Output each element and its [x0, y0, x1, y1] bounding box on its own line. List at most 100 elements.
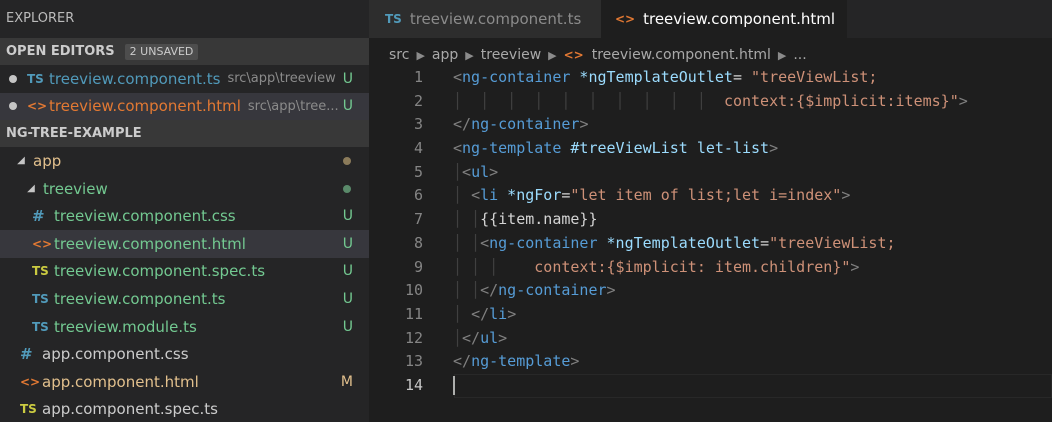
breadcrumb-item[interactable]: ...	[793, 47, 806, 63]
code-line: 13 </ng-template>	[369, 350, 1052, 374]
html-file-icon: <>	[615, 12, 636, 26]
code-line: 4 <ng-template #treeViewList let-list>	[369, 137, 1052, 161]
code-content[interactable]: │ │</ng-container>	[423, 279, 616, 303]
code-line: 9 │ │ │ context:{$implicit: item.children…	[369, 256, 1052, 280]
code-line: 1 <ng-container *ngTemplateOutlet= "treeV…	[369, 66, 1052, 90]
typescript-file-icon: TS	[32, 291, 49, 306]
html-file-icon: <>	[32, 236, 53, 251]
line-number: 12	[404, 328, 423, 347]
line-number: 5	[413, 162, 423, 181]
breadcrumb-item[interactable]: app	[432, 47, 458, 63]
file-name: treeview.component.html	[54, 234, 246, 253]
file-name: treeview.component.ts	[54, 289, 226, 308]
git-status: U	[342, 263, 353, 280]
typescript-spec-file-icon: TS	[32, 264, 49, 279]
tab-treeview-component-ts[interactable]: TS treeview.component.ts	[369, 0, 601, 38]
typescript-file-icon: TS	[385, 12, 402, 26]
chevron-right-icon: ▶	[416, 49, 425, 62]
html-file-icon: <>	[20, 374, 41, 389]
folder-app[interactable]: ◢ app	[0, 147, 369, 175]
breadcrumb-item[interactable]: treeview.component.html	[592, 47, 771, 63]
code-line: 7 │ │{{item.name}}	[369, 208, 1052, 232]
code-editor[interactable]: 1 <ng-container *ngTemplateOutlet= "treeV…	[369, 66, 1052, 422]
open-editor-filename: treeview.component.html	[49, 97, 241, 116]
code-content[interactable]: </ng-template>	[423, 350, 579, 374]
line-number: 14	[404, 375, 423, 394]
open-editor-path: src\app\tree...	[247, 98, 339, 114]
line-number: 3	[413, 115, 423, 134]
code-content[interactable]: │ │ │ │ │ │ │ │ │ │ context:{$implicit:i…	[423, 90, 968, 114]
folder-name: app	[33, 151, 62, 170]
file-item[interactable]: TS treeview.module.ts U	[0, 313, 369, 341]
code-line: 8 │ │<ng-container *ngTemplateOutlet="tre…	[369, 232, 1052, 256]
expanded-chevron-icon: ◢	[17, 155, 25, 167]
line-number: 4	[413, 139, 423, 158]
unsaved-badge: 2 UNSAVED	[124, 43, 199, 60]
expanded-chevron-icon: ◢	[27, 183, 35, 195]
code-content[interactable]: <ng-container *ngTemplateOutlet= "treeVi…	[423, 66, 877, 90]
code-content[interactable]	[423, 374, 455, 398]
explorer-title: EXPLORER	[6, 11, 75, 26]
open-editor-path: src\app\treeview	[227, 71, 336, 87]
tab-label: treeview.component.html	[643, 10, 836, 28]
git-status: U	[342, 318, 353, 335]
file-item[interactable]: TS treeview.component.ts U	[0, 285, 369, 313]
git-status: M	[340, 373, 353, 390]
file-item[interactable]: # treeview.component.css U	[0, 202, 369, 230]
code-line: 5 │<ul>	[369, 161, 1052, 185]
file-item[interactable]: # app.component.css	[0, 340, 369, 368]
chevron-right-icon: ▶	[548, 49, 557, 62]
code-line: 2 │ │ │ │ │ │ │ │ │ │ context:{$implicit:…	[369, 90, 1052, 114]
file-name: treeview.component.spec.ts	[54, 262, 266, 281]
code-line: 3 </ng-container>	[369, 113, 1052, 137]
line-number: 6	[413, 186, 423, 205]
line-number: 13	[404, 352, 423, 371]
file-name: app.component.css	[42, 345, 189, 364]
line-number: 2	[413, 91, 423, 110]
project-header[interactable]: NG-TREE-EXAMPLE	[0, 120, 369, 148]
line-number: 7	[413, 210, 423, 229]
code-content[interactable]: │</ul>	[423, 327, 507, 351]
untracked-dot-icon	[343, 184, 351, 193]
folder-treeview[interactable]: ◢ treeview	[0, 175, 369, 203]
code-line: 10 │ │</ng-container>	[369, 279, 1052, 303]
editor-tabs: TS treeview.component.ts <> treeview.com…	[369, 0, 1052, 38]
typescript-spec-file-icon: TS	[20, 402, 37, 417]
code-content[interactable]: │ │ │ context:{$implicit: item.children}…	[423, 256, 859, 280]
file-item[interactable]: TS treeview.component.spec.ts U	[0, 258, 369, 286]
line-number: 9	[413, 257, 423, 276]
line-number: 11	[404, 304, 423, 323]
code-content[interactable]: <ng-template #treeViewList let-list>	[423, 137, 778, 161]
code-content[interactable]: │ │{{item.name}}	[423, 208, 598, 232]
file-item[interactable]: <> app.component.html M	[0, 368, 369, 396]
file-item[interactable]: <> treeview.component.html U	[0, 229, 369, 258]
css-file-icon: #	[20, 345, 33, 364]
unsaved-dot-icon[interactable]	[9, 74, 17, 83]
tab-label: treeview.component.ts	[409, 10, 582, 28]
breadcrumb-item[interactable]: src	[389, 47, 409, 63]
file-name: treeview.module.ts	[54, 317, 197, 336]
git-status: U	[342, 235, 353, 252]
code-content[interactable]: │<ul>	[423, 161, 498, 185]
git-status: U	[342, 98, 353, 115]
typescript-file-icon: TS	[32, 319, 49, 334]
code-line: 11 │ </li>	[369, 303, 1052, 327]
file-item[interactable]: TS app.component.spec.ts	[0, 396, 369, 422]
html-file-icon: <>	[563, 48, 584, 62]
code-content[interactable]: │ </li>	[423, 303, 516, 327]
css-file-icon: #	[32, 207, 45, 226]
breadcrumb-item[interactable]: treeview	[481, 47, 541, 63]
code-line: 12 │</ul>	[369, 327, 1052, 351]
code-content[interactable]: │ │<ng-container *ngTemplateOutlet="tree…	[423, 232, 896, 256]
text-cursor	[453, 375, 455, 395]
code-content[interactable]: </ng-container>	[423, 113, 588, 137]
tab-treeview-component-html[interactable]: <> treeview.component.html	[601, 0, 847, 38]
git-status: U	[342, 70, 353, 87]
code-content[interactable]: │ <li *ngFor="let item of list;let i=ind…	[423, 184, 850, 208]
unsaved-dot-icon[interactable]	[9, 102, 17, 111]
line-number: 8	[413, 233, 423, 252]
line-number: 10	[404, 281, 423, 300]
open-editors-header[interactable]: OPEN EDITORS 2 UNSAVED	[0, 38, 369, 65]
open-editor-item[interactable]: TS treeview.component.ts src\app\treevie…	[0, 65, 369, 93]
open-editor-item[interactable]: <> treeview.component.html src\app\tree.…	[0, 92, 369, 121]
